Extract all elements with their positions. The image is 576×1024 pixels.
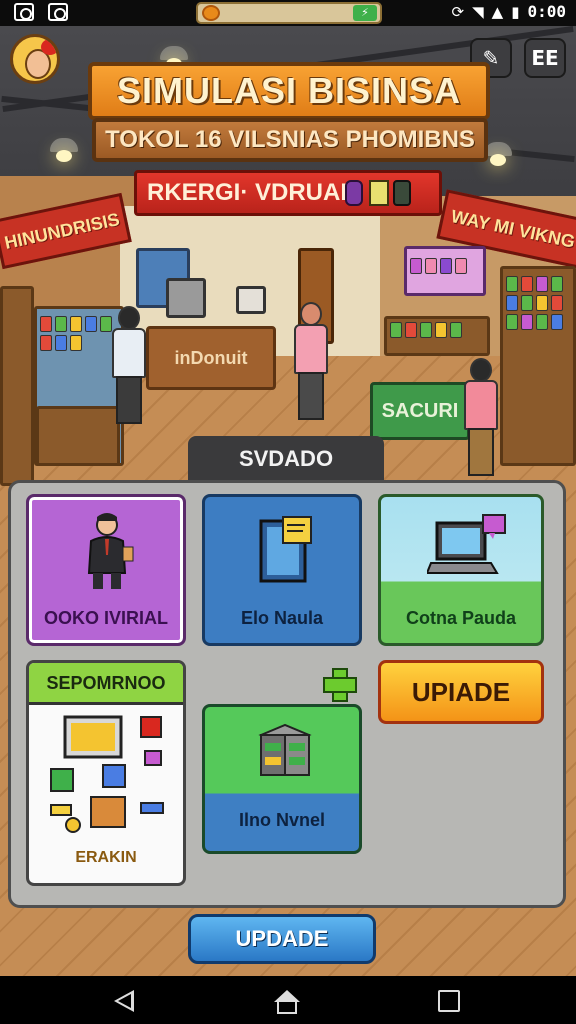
customer-woman[interactable] bbox=[294, 302, 328, 420]
laptop-icon bbox=[427, 514, 506, 574]
right-shelf-products bbox=[506, 276, 572, 330]
shelf-unit-icon bbox=[258, 723, 312, 776]
home-icon[interactable] bbox=[274, 990, 300, 1014]
card-label: OOKO IVIRIAL bbox=[43, 608, 168, 628]
customer-man[interactable] bbox=[112, 306, 146, 424]
photo-icon bbox=[14, 3, 34, 21]
virtual-store-banner[interactable]: RKERGI· VDRUAL bbox=[134, 170, 442, 216]
bundle-header: SEPOMRNOO bbox=[29, 663, 183, 705]
currency-bar: ⚡ bbox=[196, 2, 382, 24]
shopper-pink[interactable] bbox=[464, 358, 498, 476]
red-banner-text: RKERGI· VDRUAL bbox=[147, 179, 355, 206]
lower-shelf bbox=[36, 406, 120, 466]
bottle-icon bbox=[345, 180, 363, 206]
checkout-counter[interactable]: inDonuit bbox=[146, 326, 276, 390]
ceiling-lamp bbox=[160, 46, 188, 70]
laptop-card[interactable]: Cotna Pauda bbox=[378, 494, 544, 646]
card-label: Ilno Nvnel bbox=[238, 810, 325, 830]
section-tab[interactable]: SVDADO bbox=[188, 436, 384, 482]
front-counter[interactable]: SACURI bbox=[370, 382, 470, 440]
battery-icon: ▮ bbox=[511, 2, 520, 21]
sync-icon: ⟳ bbox=[451, 2, 465, 21]
recent-apps-icon[interactable] bbox=[438, 990, 460, 1012]
wifi-icon: ◥ bbox=[472, 2, 484, 21]
game-title: SIMULASI BISINSA bbox=[88, 62, 490, 120]
goods-bundle-icon bbox=[50, 715, 164, 833]
card-label: Cotna Pauda bbox=[405, 608, 516, 628]
card-label: Elo Naula bbox=[240, 608, 324, 628]
avatar-badge bbox=[41, 39, 57, 55]
virtual-store-card[interactable]: OOKO IVIRIAL bbox=[26, 494, 186, 646]
bundle-card[interactable]: SEPOMRNOO ERAKIN bbox=[26, 660, 186, 886]
status-bar: ⚡ ⟳ ◥ ▲ ▮ 0:00 bbox=[0, 0, 576, 26]
clock: 0:00 bbox=[527, 2, 566, 21]
businessman-icon bbox=[87, 513, 134, 589]
produce-items bbox=[390, 322, 486, 338]
game-subtitle: TOKOL 16 VILSNIAS PHOMIBNS bbox=[92, 118, 488, 162]
display-products bbox=[410, 258, 484, 274]
menu-icon: EE bbox=[531, 46, 559, 70]
signal-icon: ▲ bbox=[491, 2, 504, 21]
document-icon bbox=[259, 516, 312, 583]
update-button[interactable]: UPDADE bbox=[188, 914, 376, 964]
bundle-footer: ERAKIN bbox=[75, 849, 137, 866]
plus-icon[interactable] bbox=[320, 666, 357, 702]
shelf-unit-card[interactable]: Ilno Nvnel bbox=[202, 704, 362, 854]
jar-icon bbox=[393, 180, 411, 206]
ceiling-lamp bbox=[50, 138, 78, 162]
left-shelf bbox=[0, 286, 34, 486]
player-avatar[interactable] bbox=[10, 34, 60, 84]
coin-icon bbox=[202, 5, 220, 21]
menu-button[interactable]: EE bbox=[524, 38, 566, 78]
back-icon[interactable] bbox=[114, 990, 134, 1012]
plus-box-icon bbox=[369, 180, 389, 206]
cash-register[interactable] bbox=[166, 278, 206, 318]
upgrade-button[interactable]: UPIADE bbox=[378, 660, 544, 724]
map-icon bbox=[48, 3, 68, 21]
product-box bbox=[236, 286, 266, 314]
gem-icon: ⚡ bbox=[353, 5, 377, 21]
ceiling-lamp bbox=[484, 142, 512, 166]
navigation-bar bbox=[0, 976, 576, 1024]
document-card[interactable]: Elo Naula bbox=[202, 494, 362, 646]
fridge-products bbox=[40, 316, 120, 351]
